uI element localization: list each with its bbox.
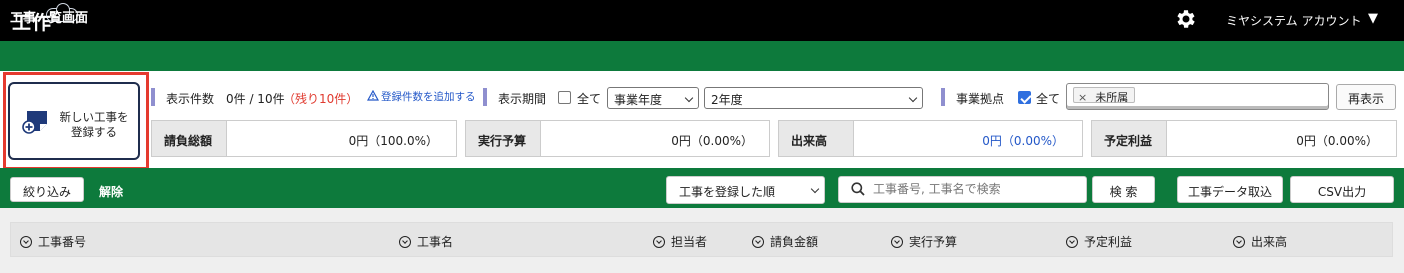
- sort-icon: [399, 236, 411, 248]
- gear-icon[interactable]: [1174, 7, 1198, 31]
- period-year-select[interactable]: 2年度: [704, 87, 923, 109]
- period-type-select[interactable]: 事業年度: [607, 87, 699, 109]
- location-tag: × 未所属: [1073, 87, 1136, 104]
- import-button[interactable]: 工事データ取込: [1177, 176, 1283, 203]
- column-header-profit[interactable]: 予定利益: [1066, 233, 1132, 250]
- clear-filter-link[interactable]: 解除: [99, 183, 123, 200]
- column-header-progress[interactable]: 出来高: [1233, 233, 1287, 250]
- count-remaining: （残り10件）: [283, 92, 359, 106]
- sort-icon: [20, 236, 32, 248]
- chevron-down-icon: [810, 184, 820, 194]
- stat-label: 実行予算: [466, 121, 541, 156]
- title-bar: [0, 41, 1404, 71]
- add-document-icon: [22, 111, 47, 134]
- column-header-manager[interactable]: 担当者: [653, 233, 707, 250]
- chevron-down-icon: [684, 93, 694, 103]
- count-label: 表示件数: [166, 92, 215, 106]
- column-header-contract-amount[interactable]: 請負金額: [752, 233, 818, 250]
- sort-icon: [752, 236, 764, 248]
- close-icon[interactable]: ×: [1078, 91, 1087, 104]
- period-all-label: 全て: [577, 92, 602, 106]
- column-header-budget[interactable]: 実行予算: [891, 233, 957, 250]
- warning-icon: [367, 90, 379, 101]
- location-all-label: 全て: [1036, 92, 1061, 106]
- search-input[interactable]: [873, 182, 1073, 196]
- chevron-down-icon[interactable]: ▼: [1368, 11, 1378, 26]
- section-marker: [151, 88, 155, 106]
- sort-icon: [1233, 236, 1245, 248]
- sort-icon: [653, 236, 665, 248]
- stat-contract-total: 請負総額 0円（100.0%）: [151, 120, 457, 157]
- search-icon: [851, 182, 865, 196]
- search-box[interactable]: [838, 176, 1087, 203]
- stat-value: 0円（0.00%）: [982, 134, 1064, 148]
- stat-value: 0円（100.0%）: [348, 134, 438, 148]
- csv-export-button[interactable]: CSV出力: [1290, 176, 1394, 203]
- location-label: 事業拠点: [956, 92, 1005, 106]
- sort-icon: [891, 236, 903, 248]
- stat-expected-profit: 予定利益 0円（0.00%）: [1091, 120, 1397, 157]
- redisplay-button[interactable]: 再表示: [1336, 84, 1396, 110]
- column-header-number[interactable]: 工事番号: [20, 233, 86, 250]
- sort-select[interactable]: 工事を登録した順: [666, 176, 825, 204]
- location-all-checkbox[interactable]: [1018, 91, 1031, 104]
- stat-label: 出来高: [779, 121, 854, 156]
- location-multiselect[interactable]: × 未所属: [1066, 83, 1329, 110]
- section-marker: [941, 88, 945, 106]
- stat-progress: 出来高 0円（0.00%）: [778, 120, 1083, 157]
- stat-value: 0円（0.00%）: [671, 134, 753, 148]
- count-value: 0件 / 10件: [226, 92, 285, 106]
- period-all-checkbox[interactable]: [558, 91, 571, 104]
- sort-icon: [1066, 236, 1078, 248]
- section-marker: [483, 88, 487, 106]
- stat-value: 0円（0.00%）: [1296, 134, 1378, 148]
- chevron-down-icon: [908, 93, 918, 103]
- add-count-link[interactable]: 登録件数を追加する: [381, 89, 476, 104]
- table-header: 工事番号 工事名 担当者 請負金額 実行予算 予定利益 出来高: [10, 222, 1393, 257]
- search-button[interactable]: 検 索: [1092, 176, 1155, 203]
- page-title: 工事一覧画面: [10, 11, 89, 26]
- narrow-button[interactable]: 絞り込み: [10, 177, 84, 202]
- column-header-name[interactable]: 工事名: [399, 233, 453, 250]
- period-label: 表示期間: [498, 92, 547, 106]
- stat-label: 予定利益: [1092, 121, 1167, 156]
- stat-label: 請負総額: [152, 121, 227, 156]
- new-project-label[interactable]: 新しい工事を 登録する: [54, 110, 134, 140]
- account-menu[interactable]: ミヤシステム アカウント: [1226, 12, 1361, 29]
- stat-budget: 実行予算 0円（0.00%）: [465, 120, 770, 157]
